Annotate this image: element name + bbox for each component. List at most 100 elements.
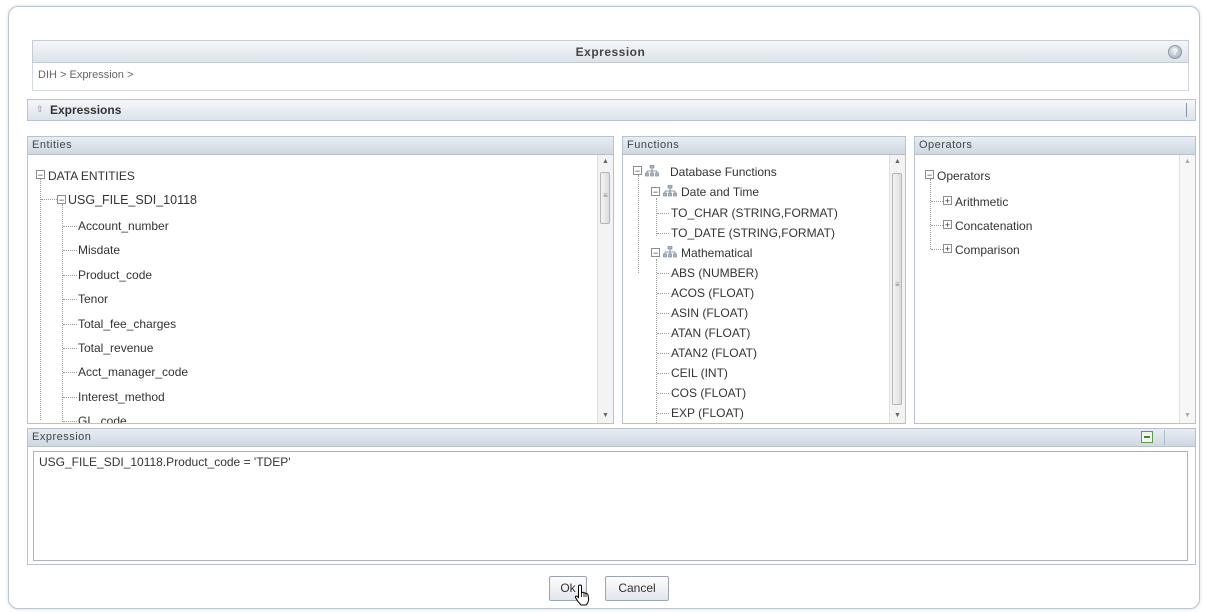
tree-line <box>657 373 669 374</box>
tree-node-operator[interactable]: Comparison <box>955 243 1020 257</box>
tree-leaf-function[interactable]: CEIL (INT) <box>671 366 728 380</box>
section-title: Expressions <box>50 103 122 117</box>
tree-line <box>657 353 669 354</box>
tree-node-database-functions[interactable]: Database Functions <box>670 165 777 179</box>
tree-line <box>657 213 669 214</box>
tree-node-date-and-time[interactable]: Date and Time <box>681 185 759 199</box>
scroll-thumb[interactable]: ≡ <box>600 172 610 224</box>
tree-leaf-column[interactable]: Account_number <box>78 219 169 233</box>
section-divider <box>1186 103 1187 117</box>
expression-input[interactable]: USG_FILE_SDI_10118.Product_code = 'TDEP' <box>33 451 1188 561</box>
scroll-down-icon[interactable]: ▼ <box>598 409 613 423</box>
tree-leaf-column[interactable]: Tenor <box>78 292 108 306</box>
tree-line <box>657 413 669 414</box>
scroll-up-icon[interactable]: ▲ <box>890 155 905 169</box>
collapse-toggle-icon[interactable]: − <box>651 248 660 258</box>
tree-line <box>657 313 669 314</box>
hand-cursor-icon <box>574 584 590 606</box>
operators-scrollbar[interactable]: ▲ ▼ <box>1179 155 1195 423</box>
functions-tree: − Database Functions − Date and Time − M… <box>623 155 905 423</box>
tree-line <box>62 204 63 423</box>
tree-leaf-function[interactable]: ACOS (FLOAT) <box>671 286 754 300</box>
tree-line <box>63 274 77 276</box>
tree-line <box>656 259 657 423</box>
tree-leaf-function[interactable]: ATAN (FLOAT) <box>671 326 750 340</box>
entities-scrollbar[interactable]: ▲ ≡ ▼ <box>597 155 613 423</box>
tree-leaf-column[interactable]: GL_code <box>78 414 127 423</box>
tree-line <box>657 273 669 274</box>
tree-leaf-column[interactable]: Product_code <box>78 268 152 282</box>
tree-leaf-function[interactable]: ATAN2 (FLOAT) <box>671 346 757 360</box>
tree-node-mathematical[interactable]: Mathematical <box>681 246 752 260</box>
tree-line <box>657 233 669 234</box>
scroll-thumb[interactable]: ≡ <box>892 173 902 405</box>
mathematical-icon <box>663 246 677 258</box>
scroll-up-icon[interactable]: ▲ <box>1180 155 1195 169</box>
tree-line <box>63 226 77 227</box>
collapse-toggle-icon[interactable]: − <box>651 187 660 197</box>
tree-leaf-function[interactable]: ASIN (FLOAT) <box>671 306 748 320</box>
tree-line <box>931 225 943 226</box>
tree-line <box>657 333 669 334</box>
tree-node-operator[interactable]: Arithmetic <box>955 195 1008 209</box>
dialog-title-bar: Expression ? <box>32 40 1189 63</box>
tree-leaf-column[interactable]: Misdate <box>78 243 120 257</box>
cancel-button[interactable]: Cancel <box>605 576 669 601</box>
tree-leaf-column[interactable]: Total_fee_charges <box>78 317 176 331</box>
tree-line <box>931 201 943 202</box>
tree-line <box>931 249 943 250</box>
functions-scrollbar[interactable]: ▲ ≡ ▼ <box>889 155 905 423</box>
tree-leaf-function[interactable]: TO_CHAR (STRING,FORMAT) <box>671 206 838 220</box>
tree-line <box>63 372 77 374</box>
tree-leaf-column[interactable]: Total_revenue <box>78 341 153 355</box>
validate-icon[interactable] <box>1141 431 1153 443</box>
tree-leaf-function[interactable]: COS (FLOAT) <box>671 386 746 400</box>
operators-panel: Operators − Operators + Arithmetic + Concat… <box>914 136 1196 424</box>
tree-line <box>40 174 41 420</box>
collapse-icon[interactable]: ⇧ <box>36 105 45 114</box>
tree-line <box>63 396 77 398</box>
tree-line <box>656 198 657 236</box>
tree-node-table[interactable]: USG_FILE_SDI_10118 <box>68 193 197 207</box>
tree-node-operators[interactable]: Operators <box>937 169 990 183</box>
expression-panel: Expression USG_FILE_SDI_10118.Product_co… <box>27 428 1196 565</box>
expand-toggle-icon[interactable]: + <box>943 196 952 206</box>
dialog-title: Expression <box>575 45 646 59</box>
operators-tree: − Operators + Arithmetic + Concatenation + Co… <box>915 155 1195 423</box>
functions-panel: Functions − Database Functions − Date an… <box>622 136 906 424</box>
help-icon[interactable]: ? <box>1168 45 1182 59</box>
expand-toggle-icon[interactable]: + <box>943 220 952 230</box>
tree-leaf-function[interactable]: TO_DATE (STRING,FORMAT) <box>671 226 835 240</box>
expression-header: Expression <box>28 429 1195 447</box>
tree-leaf-function[interactable]: ABS (NUMBER) <box>671 266 758 280</box>
expression-header-label: Expression <box>32 431 92 443</box>
tree-line <box>63 250 77 252</box>
tree-line <box>930 179 931 249</box>
entities-tree: − DATA ENTITIES − USG_FILE_SDI_10118 Acc… <box>28 155 613 423</box>
collapse-toggle-icon[interactable]: − <box>633 166 642 176</box>
tree-leaf-column[interactable]: Interest_method <box>78 390 165 404</box>
expand-toggle-icon[interactable]: + <box>943 244 952 254</box>
breadcrumb-text: DIH > Expression > <box>38 69 134 81</box>
tree-line <box>638 175 639 273</box>
collapse-toggle-icon[interactable]: − <box>36 170 45 180</box>
collapse-toggle-icon[interactable]: − <box>925 170 934 180</box>
tree-leaf-column[interactable]: Acct_manager_code <box>78 365 188 379</box>
tree-line <box>63 323 77 325</box>
tree-line <box>63 348 77 349</box>
tree-line <box>63 421 77 423</box>
tree-node-data-entities[interactable]: DATA ENTITIES <box>48 169 135 183</box>
expressions-section-header[interactable]: ⇧ Expressions <box>27 99 1196 121</box>
collapse-toggle-icon[interactable]: − <box>57 195 66 205</box>
tree-line <box>41 199 57 200</box>
toolbar-divider <box>1164 430 1165 445</box>
tree-leaf-function[interactable]: EXP (FLOAT) <box>671 406 744 420</box>
tree-node-operator[interactable]: Concatenation <box>955 219 1032 233</box>
entities-panel: Entities − DATA ENTITIES − USG_FILE_SDI_… <box>27 136 614 424</box>
functions-header: Functions <box>623 137 905 155</box>
scroll-down-icon[interactable]: ▼ <box>890 409 905 423</box>
database-functions-icon <box>645 165 659 177</box>
scroll-up-icon[interactable]: ▲ <box>598 155 613 169</box>
operators-header: Operators <box>915 137 1195 155</box>
scroll-down-icon[interactable]: ▼ <box>1180 409 1195 423</box>
